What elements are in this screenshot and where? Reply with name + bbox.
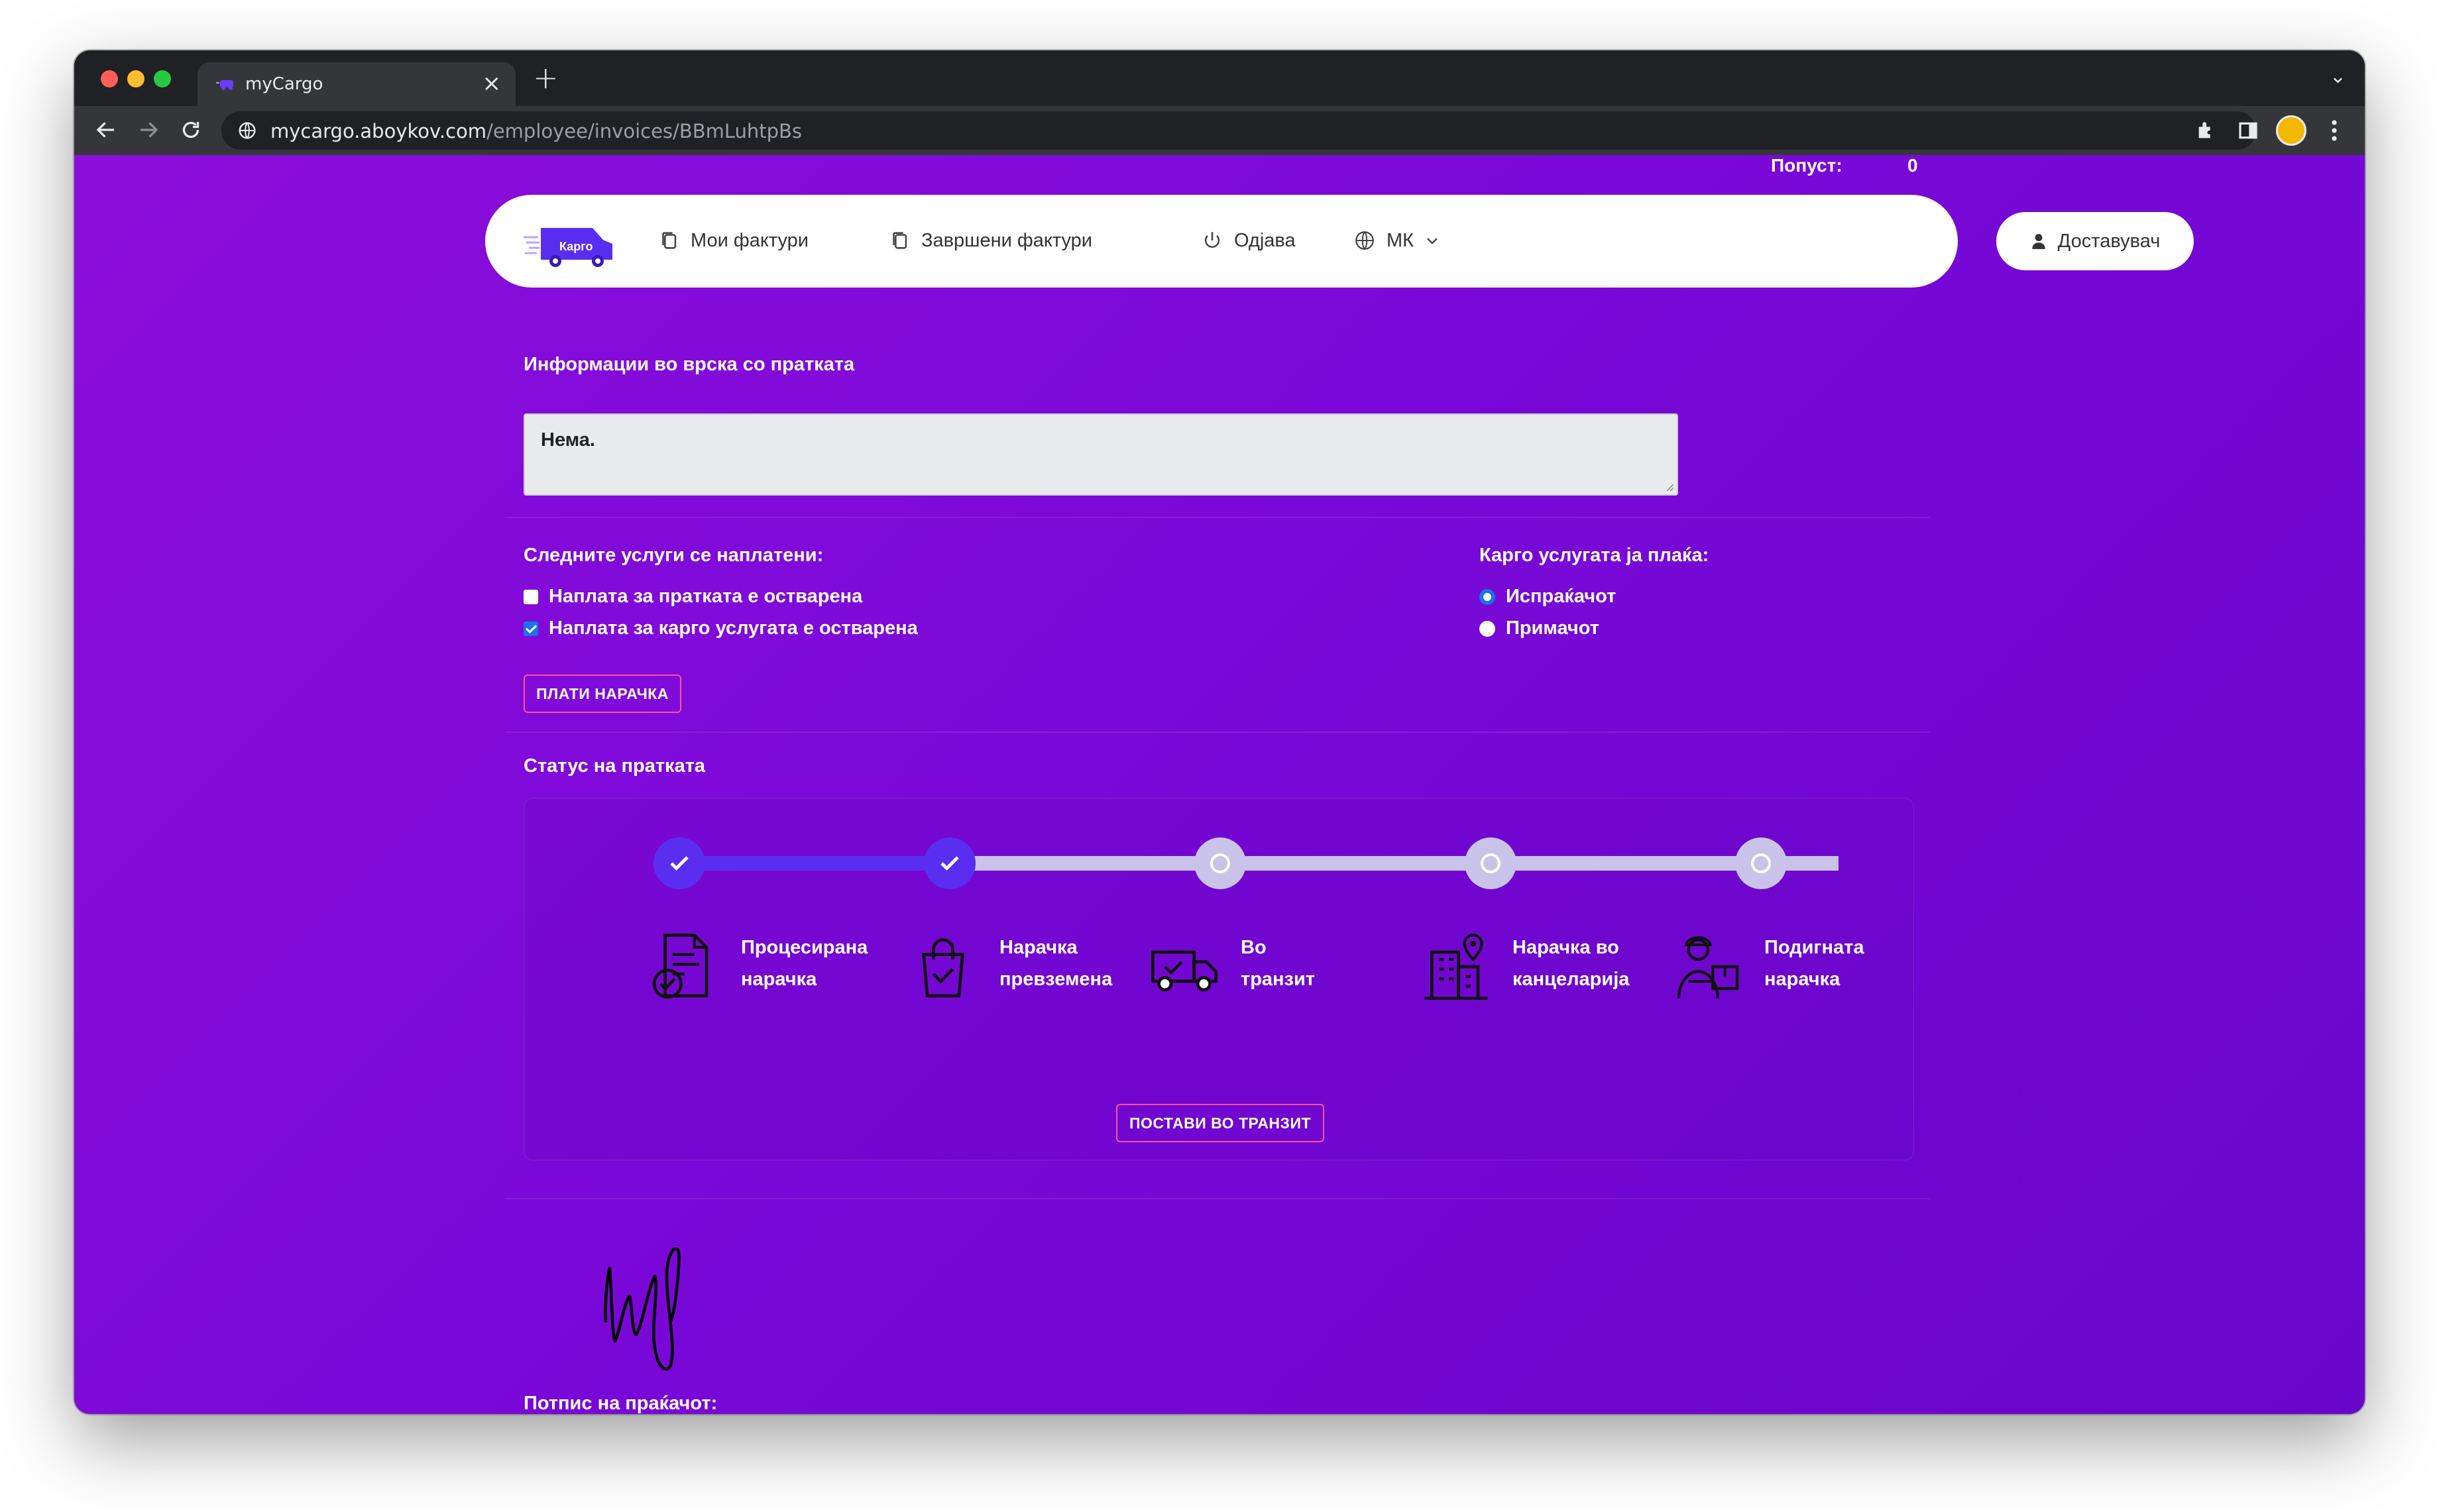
- shipment-paid-checkbox-row[interactable]: Наплата за пратката е остварена: [524, 586, 862, 608]
- cargo-truck-logo[interactable]: Карго: [524, 219, 620, 268]
- new-tab-button[interactable]: +: [533, 60, 559, 95]
- nav-logout[interactable]: Одјава: [1201, 229, 1296, 252]
- browser-toolbar: mycargo.aboykov.com/employee/invoices/BB…: [74, 106, 2365, 155]
- payer-sender-label: Испраќачот: [1506, 586, 1617, 607]
- office-building-icon: [1424, 934, 1488, 1000]
- payer-receiver-row[interactable]: Примачот: [1479, 618, 1599, 639]
- cargo-paid-label: Наплата за карго услугата е остварена: [549, 618, 918, 639]
- extensions-puzzle-icon[interactable]: [2195, 119, 2218, 142]
- copy-document-icon: [662, 232, 677, 249]
- url-text: mycargo.aboykov.com/employee/invoices/BB…: [270, 120, 803, 142]
- browser-tab[interactable]: myCargo ×: [198, 62, 516, 106]
- back-arrow-icon[interactable]: [94, 118, 118, 142]
- step-node-in-office: [1465, 837, 1516, 889]
- nav-my-invoices[interactable]: Мои фактури: [657, 229, 809, 252]
- step-processed-order-text: Процесирана нарачка: [741, 937, 868, 990]
- globe-icon: [1355, 231, 1374, 250]
- power-icon: [1204, 232, 1220, 248]
- payer-label: Карго услугата ја плаќа:: [1479, 545, 1709, 566]
- step-order-in-office: Нарачка во канцеларија: [1420, 930, 1629, 1003]
- side-panel-icon[interactable]: [2238, 120, 2259, 141]
- circle-icon: [1751, 853, 1771, 873]
- resize-handle-icon[interactable]: [1664, 481, 1674, 492]
- courier-package-icon: [1677, 936, 1739, 999]
- tab-title: myCargo: [245, 74, 323, 94]
- shipment-info-label: Информации во врска со пратката: [524, 354, 855, 375]
- close-window-button[interactable]: [101, 70, 118, 87]
- shipment-paid-checkbox[interactable]: [524, 589, 538, 604]
- address-bar[interactable]: mycargo.aboykov.com/employee/invoices/BB…: [221, 111, 2256, 150]
- sender-signature-image: [604, 1247, 681, 1371]
- browser-window: myCargo × + ⌄ mycargo.aboykov.com/employ…: [74, 50, 2365, 1414]
- deliverer-role-label: Доставувач: [2057, 230, 2161, 252]
- section-divider: [505, 517, 1930, 518]
- svg-text:Карго: Карго: [559, 240, 593, 253]
- payer-sender-radio[interactable]: [1479, 588, 1495, 605]
- discount-label: Попуст:: [1771, 155, 1843, 176]
- tab-strip: myCargo × + ⌄: [74, 50, 2365, 106]
- step-node-collected: [1735, 837, 1787, 889]
- checkmark-icon: [670, 856, 689, 871]
- nav-logout-label: Одјава: [1234, 229, 1296, 251]
- step-order-collected: Подигната нарачка: [1672, 930, 1864, 1003]
- forward-arrow-icon[interactable]: [137, 118, 160, 142]
- circle-icon: [1210, 853, 1230, 873]
- progress-track-done: [679, 856, 949, 871]
- pay-order-button[interactable]: ПЛАТИ НАРАЧКА: [524, 675, 681, 713]
- section-divider: [505, 1198, 1930, 1199]
- payer-receiver-radio[interactable]: [1479, 620, 1495, 637]
- minimize-window-button[interactable]: [127, 70, 144, 87]
- paid-services-label: Следните услуги се наплатени:: [524, 545, 824, 566]
- shipment-info-textarea[interactable]: Нема.: [524, 413, 1678, 496]
- deliverer-role-button[interactable]: Доставувач: [1996, 212, 2194, 270]
- cargo-paid-checkbox-row[interactable]: Наплата за карго услугата е остварена: [524, 618, 918, 639]
- delivery-truck-icon: [1151, 950, 1218, 992]
- maximize-window-button[interactable]: [154, 70, 171, 87]
- shipment-paid-label: Наплата за пратката е остварена: [549, 586, 863, 607]
- step-order-picked-up-text: Нарачка превземена: [999, 937, 1113, 990]
- tab-close-icon[interactable]: ×: [482, 70, 502, 97]
- step-order-in-office-text: Нарачка во канцеларија: [1512, 937, 1630, 990]
- page-viewport: Попуст: 0 Карго Мои фактури Завршени фак…: [74, 155, 2365, 1414]
- nav-language-label: МК: [1387, 229, 1414, 251]
- user-icon: [2031, 234, 2045, 249]
- chevron-down-icon: [1427, 238, 1438, 244]
- copy-document-icon: [893, 232, 907, 249]
- shopping-bag-icon: [922, 938, 964, 998]
- truck-favicon-icon: [216, 80, 233, 90]
- tab-search-chevron-icon[interactable]: ⌄: [2330, 65, 2346, 88]
- site-info-icon[interactable]: [237, 121, 257, 140]
- step-node-processed: [653, 837, 705, 889]
- step-in-transit-text: Во транзит: [1241, 937, 1316, 990]
- step-node-in-transit: [1194, 837, 1246, 889]
- reload-icon[interactable]: [179, 118, 203, 142]
- profile-avatar-icon[interactable]: [2276, 115, 2306, 146]
- step-node-picked-up: [924, 837, 976, 889]
- checkmark-icon: [940, 856, 959, 871]
- payer-sender-row[interactable]: Испраќачот: [1479, 586, 1616, 608]
- top-navbar: Карго Мои фактури Завршени фактури Одјав…: [485, 195, 1958, 288]
- nav-language-dropdown[interactable]: МК: [1353, 229, 1440, 252]
- sender-signature-label: Потпис на праќачот:: [524, 1393, 718, 1414]
- step-in-transit: Во транзит: [1148, 930, 1315, 1003]
- nav-finished-invoices-label: Завршени фактури: [921, 229, 1092, 251]
- discount-indicator: Попуст: 0: [1771, 155, 1918, 176]
- step-processed-order: Процесирана нарачка: [648, 930, 868, 1003]
- nav-finished-invoices[interactable]: Завршени фактури: [888, 229, 1092, 252]
- shipment-status-label: Статус на пратката: [524, 755, 706, 777]
- set-in-transit-button[interactable]: ПОСТАВИ ВО ТРАНЗИТ: [1116, 1104, 1324, 1142]
- processed-order-icon: [652, 933, 709, 999]
- step-order-collected-text: Подигната нарачка: [1764, 937, 1864, 990]
- circle-icon: [1481, 853, 1501, 873]
- progress-track-pending: [949, 856, 1839, 871]
- payer-receiver-label: Примачот: [1506, 618, 1599, 639]
- browser-menu-icon[interactable]: [2330, 119, 2338, 142]
- discount-value: 0: [1907, 155, 1918, 176]
- cargo-paid-checkbox[interactable]: [524, 621, 538, 636]
- section-divider: [505, 731, 1930, 733]
- shipment-info-value: Нема.: [541, 429, 595, 451]
- step-order-picked-up: Нарачка превземена: [907, 930, 1112, 1003]
- nav-my-invoices-label: Мои фактури: [691, 229, 809, 251]
